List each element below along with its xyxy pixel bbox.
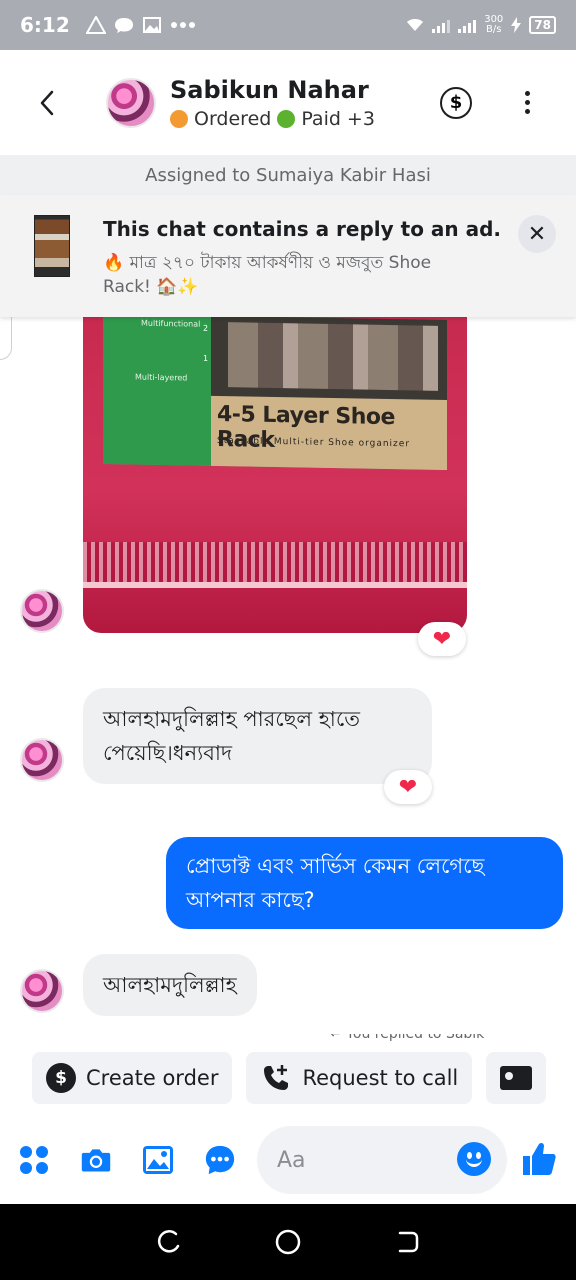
camera-button[interactable] <box>80 1144 112 1176</box>
home-icon[interactable] <box>275 1229 301 1255</box>
saved-replies-button[interactable] <box>204 1144 236 1176</box>
message-input[interactable]: Aa <box>257 1126 507 1194</box>
label-more-count: +3 <box>346 107 375 130</box>
create-order-button[interactable]: $ Create order <box>32 1052 233 1104</box>
message-input-placeholder: Aa <box>277 1147 306 1173</box>
contact-name: Sabikun Nahar <box>170 75 369 104</box>
chat-header: Sabikun Nahar Ordered Paid +3 $ <box>0 50 576 155</box>
phone-add-icon <box>264 1065 289 1090</box>
paid-dot-icon <box>277 109 296 128</box>
box-text-multifunctional: Multifunctional <box>141 318 201 329</box>
product-image-message[interactable]: Multifunctional Multi-layered 2 1 4-5 La… <box>83 317 467 633</box>
contact-card-icon <box>500 1066 533 1090</box>
status-bar: 6:12 300 B/s 78 <box>0 0 576 50</box>
thumbs-up-icon <box>523 1142 556 1175</box>
replied-note: ↩ You replied to Sabik <box>330 1034 485 1042</box>
network-speed: 300 B/s <box>484 14 504 35</box>
ad-thumbnail[interactable] <box>34 215 70 277</box>
like-button[interactable] <box>520 1140 558 1178</box>
box-number-2: 2 <box>203 323 209 333</box>
ad-banner-subtitle: 🔥 মাত্র ২৭০ টাকায় আকর্ষণীয় ও মজবুত Sho… <box>103 253 432 297</box>
assigned-banner: Assigned to Sumaiya Kabir Hasi <box>0 155 576 195</box>
label-ordered: Ordered <box>194 107 272 130</box>
heart-icon: ❤ <box>432 626 452 652</box>
heart-icon: ❤ <box>398 774 418 800</box>
quick-actions-bar: $ Create order Request to call <box>0 1052 576 1106</box>
grid-dots-icon <box>20 1146 48 1174</box>
chat-bubble-icon <box>114 18 133 33</box>
heart-reaction[interactable]: ❤ <box>384 770 432 804</box>
sender-avatar[interactable] <box>20 738 64 782</box>
signal-icon <box>432 17 451 33</box>
more-actions-button[interactable] <box>18 1144 50 1176</box>
sender-avatar[interactable] <box>20 589 64 633</box>
box-number-1: 1 <box>203 353 209 363</box>
label-paid: Paid <box>301 107 341 130</box>
status-notification-icons <box>85 16 196 34</box>
more-dots-icon <box>170 22 195 28</box>
recent-apps-icon[interactable] <box>156 1229 182 1255</box>
ordered-dot-icon <box>170 109 188 128</box>
status-time: 6:12 <box>20 13 70 37</box>
gallery-button[interactable] <box>142 1144 174 1176</box>
cloth-pattern <box>83 542 467 582</box>
request-to-call-button[interactable]: Request to call <box>246 1052 473 1104</box>
ad-reply-banner[interactable]: This chat contains a reply to an ad. 🔥 ম… <box>0 195 576 317</box>
signal-icon-2 <box>458 17 477 33</box>
create-order-label: Create order <box>86 1066 219 1090</box>
back-nav-icon[interactable] <box>394 1229 420 1255</box>
contact-avatar[interactable] <box>106 77 156 128</box>
image-icon <box>143 1146 173 1174</box>
shoe-rack-box: Multifunctional Multi-layered 2 1 4-5 La… <box>103 317 447 471</box>
warning-triangle-icon <box>85 16 106 34</box>
contact-card-button[interactable] <box>486 1052 547 1104</box>
heart-reaction[interactable]: ❤ <box>418 622 466 656</box>
contact-info[interactable]: Sabikun Nahar Ordered Paid +3 <box>170 76 440 130</box>
sender-avatar[interactable] <box>20 969 64 1013</box>
box-label-panel: 4-5 Layer Shoe Rack Stackable Multi-tier… <box>211 395 447 471</box>
shoes-photo <box>228 322 438 391</box>
box-text-multilayered: Multi-layered <box>135 372 188 383</box>
system-navigation-bar <box>0 1204 576 1280</box>
more-options-button[interactable] <box>522 91 532 114</box>
back-button[interactable] <box>24 80 70 126</box>
wifi-icon <box>407 19 424 31</box>
incoming-message[interactable]: আলহামদুলিল্লাহ পারছেল হাতে পেয়েছি।ধন্যব… <box>83 688 432 784</box>
image-icon <box>142 17 161 33</box>
payment-button[interactable]: $ <box>440 86 472 119</box>
more-vertical-icon <box>524 91 530 96</box>
chat-dots-icon <box>205 1145 235 1175</box>
contact-labels: Ordered Paid +3 <box>170 108 440 130</box>
outgoing-message[interactable]: প্রোডাক্ট এবং সার্ভিস কেমন লেগেছে আপনার … <box>166 837 563 929</box>
battery-indicator: 78 <box>529 16 556 34</box>
close-ad-banner-button[interactable]: ✕ <box>518 215 556 253</box>
incoming-message[interactable]: আলহামদুলিল্লাহ <box>83 954 257 1016</box>
request-to-call-label: Request to call <box>302 1066 459 1090</box>
chevron-left-icon <box>40 90 54 115</box>
cloth-stripe <box>83 582 467 588</box>
ad-banner-title: This chat contains a reply to an ad. <box>103 217 501 241</box>
message-composer: Aa <box>0 1118 576 1202</box>
status-right: 300 B/s 78 <box>406 15 556 35</box>
dollar-circle-icon: $ <box>46 1063 76 1093</box>
camera-icon <box>81 1149 111 1172</box>
charging-icon <box>511 17 522 33</box>
box-green-panel: Multifunctional Multi-layered 2 1 <box>103 317 211 466</box>
close-icon: ✕ <box>527 221 547 247</box>
emoji-icon[interactable] <box>457 1142 491 1176</box>
dollar-icon: $ <box>449 92 463 113</box>
